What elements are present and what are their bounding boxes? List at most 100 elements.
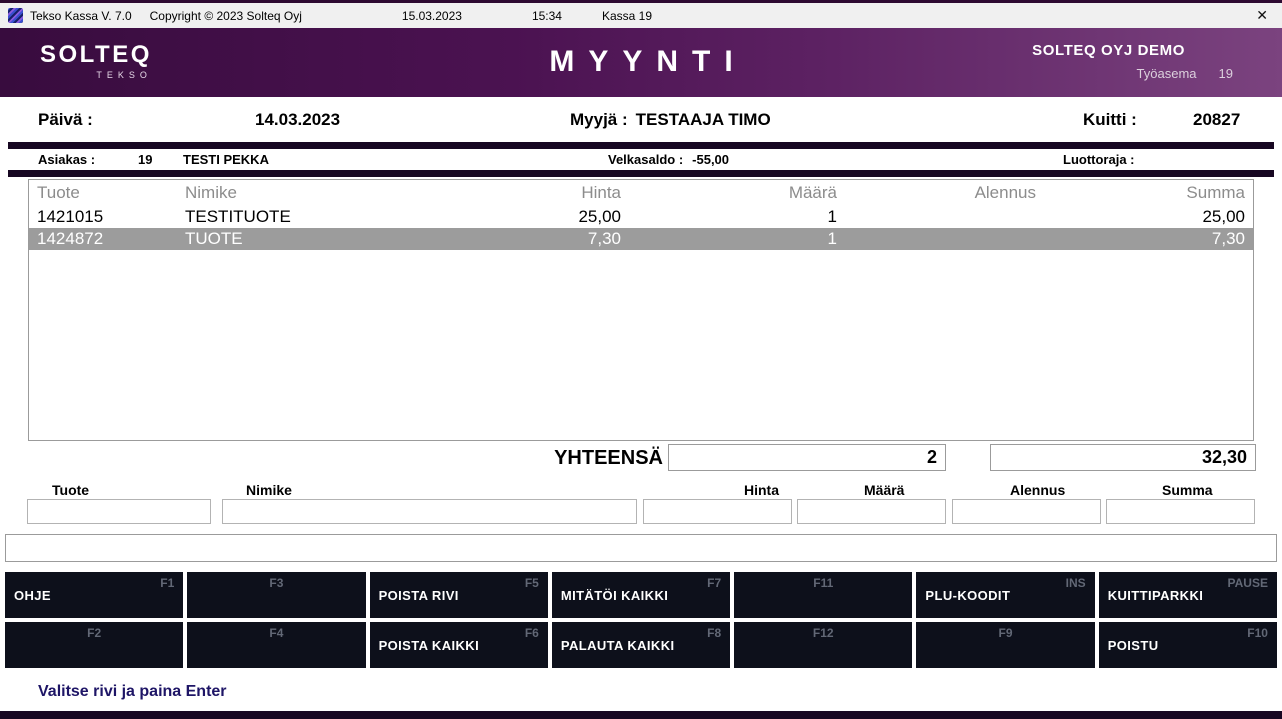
- receipt-label: Kuitti :: [1083, 110, 1137, 130]
- cell-maara: 1: [621, 207, 837, 227]
- header-banner: SOLTEQ TEKSO MYYNTI SOLTEQ OYJ DEMO Työa…: [0, 28, 1282, 97]
- maara-input[interactable]: [797, 499, 946, 524]
- cell-nimike: TUOTE: [179, 229, 449, 249]
- credit-limit-label: Luottoraja :: [1063, 152, 1135, 167]
- col-header-summa: Summa: [1036, 183, 1253, 203]
- window-title: Tekso Kassa V. 7.0: [30, 9, 132, 23]
- tekso-kassa-window: Tekso Kassa V. 7.0 Copyright © 2023 Solt…: [0, 0, 1282, 719]
- col-header-alennus: Alennus: [837, 183, 1036, 203]
- fkey-mitatoi-kaikki[interactable]: MITÄTÖI KAIKKI F7: [552, 572, 730, 618]
- totals-row: YHTEENSÄ 2 32,30: [0, 444, 1282, 474]
- function-key-row-1: OHJE F1 F3 POISTA RIVI F5 MITÄTÖI KAIKKI…: [5, 572, 1277, 618]
- cell-summa: 7,30: [1036, 229, 1253, 249]
- fkey-key-f1: F1: [160, 576, 174, 590]
- fkey-f9[interactable]: F9: [916, 622, 1094, 668]
- cell-tuote: 1421015: [29, 207, 179, 227]
- seller-info: Myyjä :TESTAAJA TIMO: [570, 110, 771, 130]
- date-label: Päivä :: [38, 110, 93, 130]
- date-value: 14.03.2023: [255, 110, 340, 130]
- fkey-kuittiparkki[interactable]: KUITTIPARKKI PAUSE: [1099, 572, 1277, 618]
- total-sum-value: 32,30: [1202, 447, 1247, 468]
- customer-number: 19: [138, 152, 152, 167]
- tuote-input[interactable]: [27, 499, 211, 524]
- fkey-key-f11: F11: [813, 576, 833, 590]
- fkey-key-f9: F9: [999, 626, 1013, 640]
- fkey-poistu[interactable]: POISTU F10: [1099, 622, 1277, 668]
- table-row[interactable]: 1421015 TESTITUOTE 25,00 1 25,00: [29, 206, 1253, 228]
- fkey-f12[interactable]: F12: [734, 622, 912, 668]
- company-name: SOLTEQ OYJ DEMO: [1032, 42, 1185, 59]
- summa-input[interactable]: [1106, 499, 1255, 524]
- fkey-ohje[interactable]: OHJE F1: [5, 572, 183, 618]
- cell-hinta: 25,00: [449, 207, 621, 227]
- fkey-key-f5: F5: [525, 576, 539, 590]
- cell-nimike: TESTITUOTE: [179, 207, 449, 227]
- entry-label-summa: Summa: [1162, 482, 1213, 498]
- col-header-nimike: Nimike: [179, 183, 449, 203]
- statusbar: Valitse rivi ja paina Enter: [0, 672, 1282, 712]
- alennus-input[interactable]: [952, 499, 1101, 524]
- col-header-maara: Määrä: [621, 183, 837, 203]
- hinta-input[interactable]: [643, 499, 792, 524]
- customer-row: Asiakas : 19 TESTI PEKKA Velkasaldo :-55…: [0, 149, 1282, 170]
- fkey-key-f2: F2: [87, 626, 101, 640]
- separator-bar: [8, 170, 1274, 177]
- logo-main-text: SOLTEQ: [40, 41, 152, 69]
- fkey-poista-kaikki[interactable]: POISTA KAIKKI F6: [370, 622, 548, 668]
- app-icon: [8, 8, 23, 23]
- fkey-key-f4: F4: [269, 626, 283, 640]
- fkey-f3[interactable]: F3: [187, 572, 365, 618]
- fkey-key-f12: F12: [813, 626, 834, 640]
- fkey-poista-rivi[interactable]: POISTA RIVI F5: [370, 572, 548, 618]
- col-header-tuote: Tuote: [29, 183, 179, 203]
- total-quantity-value: 2: [927, 447, 937, 468]
- function-keys: OHJE F1 F3 POISTA RIVI F5 MITÄTÖI KAIKKI…: [5, 572, 1277, 668]
- titlebar-date: 15.03.2023: [402, 9, 462, 23]
- table-header: Tuote Nimike Hinta Määrä Alennus Summa: [29, 180, 1253, 206]
- fkey-key-f3: F3: [269, 576, 283, 590]
- fkey-f4[interactable]: F4: [187, 622, 365, 668]
- company-info: SOLTEQ OYJ DEMO Työasema 19: [1032, 42, 1233, 81]
- entry-label-nimike: Nimike: [246, 482, 292, 498]
- copyright-text: Copyright © 2023 Solteq Oyj: [150, 9, 302, 23]
- cell-hinta: 7,30: [449, 229, 621, 249]
- status-message: Valitse rivi ja paina Enter: [38, 683, 227, 701]
- fkey-key-f10: F10: [1247, 626, 1268, 640]
- workstation-label: Työasema: [1137, 66, 1197, 81]
- titlebar: Tekso Kassa V. 7.0 Copyright © 2023 Solt…: [0, 3, 1282, 28]
- fkey-key-f7: F7: [707, 576, 721, 590]
- fkey-key-pause: PAUSE: [1228, 576, 1268, 590]
- seller-label: Myyjä :: [570, 110, 628, 129]
- workstation-info: Työasema 19: [1032, 66, 1233, 81]
- function-key-row-2: F2 F4 POISTA KAIKKI F6 PALAUTA KAIKKI F8…: [5, 622, 1277, 668]
- total-label: YHTEENSÄ: [554, 447, 663, 470]
- close-icon[interactable]: ✕: [1256, 7, 1268, 24]
- fkey-key-ins: INS: [1066, 576, 1086, 590]
- nimike-input[interactable]: [222, 499, 637, 524]
- entry-label-alennus: Alennus: [1010, 482, 1065, 498]
- solteq-logo: SOLTEQ TEKSO: [40, 41, 152, 80]
- cell-tuote: 1424872: [29, 229, 179, 249]
- table-row-selected[interactable]: 1424872 TUOTE 7,30 1 7,30: [29, 228, 1253, 250]
- fkey-f2[interactable]: F2: [5, 622, 183, 668]
- entry-label-tuote: Tuote: [52, 482, 89, 498]
- page-title: MYYNTI: [535, 45, 746, 79]
- fkey-f11[interactable]: F11: [734, 572, 912, 618]
- receipt-info-row: Päivä : 14.03.2023 Myyjä :TESTAAJA TIMO …: [0, 97, 1282, 142]
- separator-bar: [8, 142, 1274, 149]
- fkey-palauta-kaikki[interactable]: PALAUTA KAIKKI F8: [552, 622, 730, 668]
- entry-label-hinta: Hinta: [744, 482, 779, 498]
- fkey-key-f6: F6: [525, 626, 539, 640]
- workstation-value: 19: [1219, 66, 1233, 81]
- fkey-plu-koodit[interactable]: PLU-KOODIT INS: [916, 572, 1094, 618]
- titlebar-register: Kassa 19: [602, 9, 652, 23]
- cell-maara: 1: [621, 229, 837, 249]
- total-sum-box: 32,30: [990, 444, 1256, 471]
- logo-sub-text: TEKSO: [40, 70, 152, 80]
- entry-section: Tuote Nimike Hinta Määrä Alennus Summa: [0, 482, 1282, 526]
- window-bottom-border: [0, 711, 1282, 719]
- command-input[interactable]: [5, 534, 1277, 562]
- total-quantity-box: 2: [668, 444, 946, 471]
- debt-balance-value: -55,00: [692, 152, 729, 167]
- fkey-key-f8: F8: [707, 626, 721, 640]
